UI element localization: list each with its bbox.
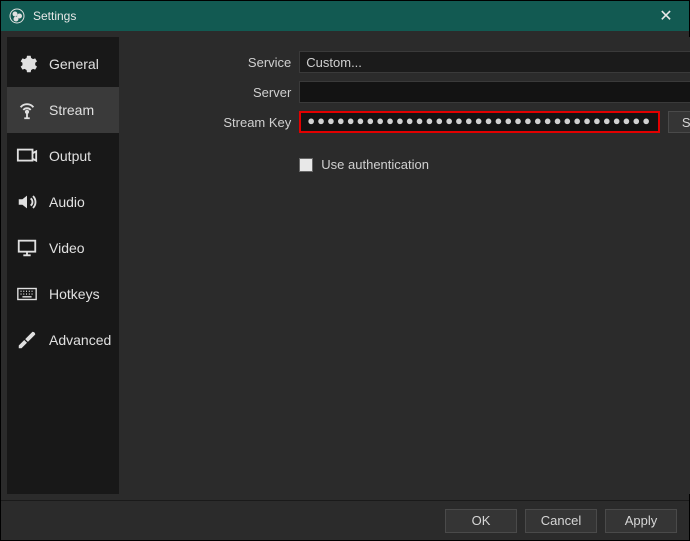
sidebar-item-label: Video — [49, 240, 85, 256]
tools-icon — [15, 328, 39, 352]
output-icon — [15, 144, 39, 168]
sidebar-item-label: Advanced — [49, 332, 111, 348]
server-input[interactable] — [299, 81, 690, 103]
close-icon[interactable]: ✕ — [651, 6, 681, 26]
server-label: Server — [119, 85, 299, 100]
keyboard-icon — [15, 282, 39, 306]
sidebar-item-hotkeys[interactable]: Hotkeys — [7, 271, 119, 317]
sidebar-item-video[interactable]: Video — [7, 225, 119, 271]
service-dropdown[interactable]: Custom... ▲▼ — [299, 51, 690, 73]
sidebar-item-label: Output — [49, 148, 91, 164]
window-title: Settings — [33, 9, 651, 23]
row-server: Server — [119, 81, 690, 103]
gear-icon — [15, 52, 39, 76]
monitor-icon — [15, 236, 39, 260]
content-area: General Stream Output Audio Video — [1, 31, 689, 500]
stream-key-input[interactable]: ●●●●●●●●●●●●●●●●●●●●●●●●●●●●●●●●●●● — [299, 111, 660, 133]
sidebar-item-advanced[interactable]: Advanced — [7, 317, 119, 363]
auth-checkbox[interactable] — [299, 158, 313, 172]
main-panel: Service Custom... ▲▼ Server Stream Key ●… — [119, 37, 690, 494]
cancel-button[interactable]: Cancel — [525, 509, 597, 533]
sidebar-item-audio[interactable]: Audio — [7, 179, 119, 225]
sidebar-item-stream[interactable]: Stream — [7, 87, 119, 133]
service-label: Service — [119, 55, 299, 70]
antenna-icon — [15, 98, 39, 122]
row-service: Service Custom... ▲▼ — [119, 51, 690, 73]
sidebar-item-label: Audio — [49, 194, 85, 210]
sidebar-item-general[interactable]: General — [7, 41, 119, 87]
speaker-icon — [15, 190, 39, 214]
sidebar-item-label: Stream — [49, 102, 94, 118]
auth-label: Use authentication — [321, 157, 429, 172]
sidebar-item-output[interactable]: Output — [7, 133, 119, 179]
row-stream-key: Stream Key ●●●●●●●●●●●●●●●●●●●●●●●●●●●●●… — [119, 111, 690, 133]
app-icon — [9, 8, 25, 24]
row-auth[interactable]: Use authentication — [299, 157, 690, 172]
show-button[interactable]: Show — [668, 111, 690, 133]
ok-button[interactable]: OK — [445, 509, 517, 533]
footer: OK Cancel Apply — [1, 500, 689, 540]
stream-key-label: Stream Key — [119, 115, 299, 130]
sidebar-item-label: General — [49, 56, 99, 72]
apply-button[interactable]: Apply — [605, 509, 677, 533]
titlebar: Settings ✕ — [1, 1, 689, 31]
sidebar-item-label: Hotkeys — [49, 286, 100, 302]
service-value: Custom... — [306, 55, 362, 70]
sidebar: General Stream Output Audio Video — [7, 37, 119, 494]
